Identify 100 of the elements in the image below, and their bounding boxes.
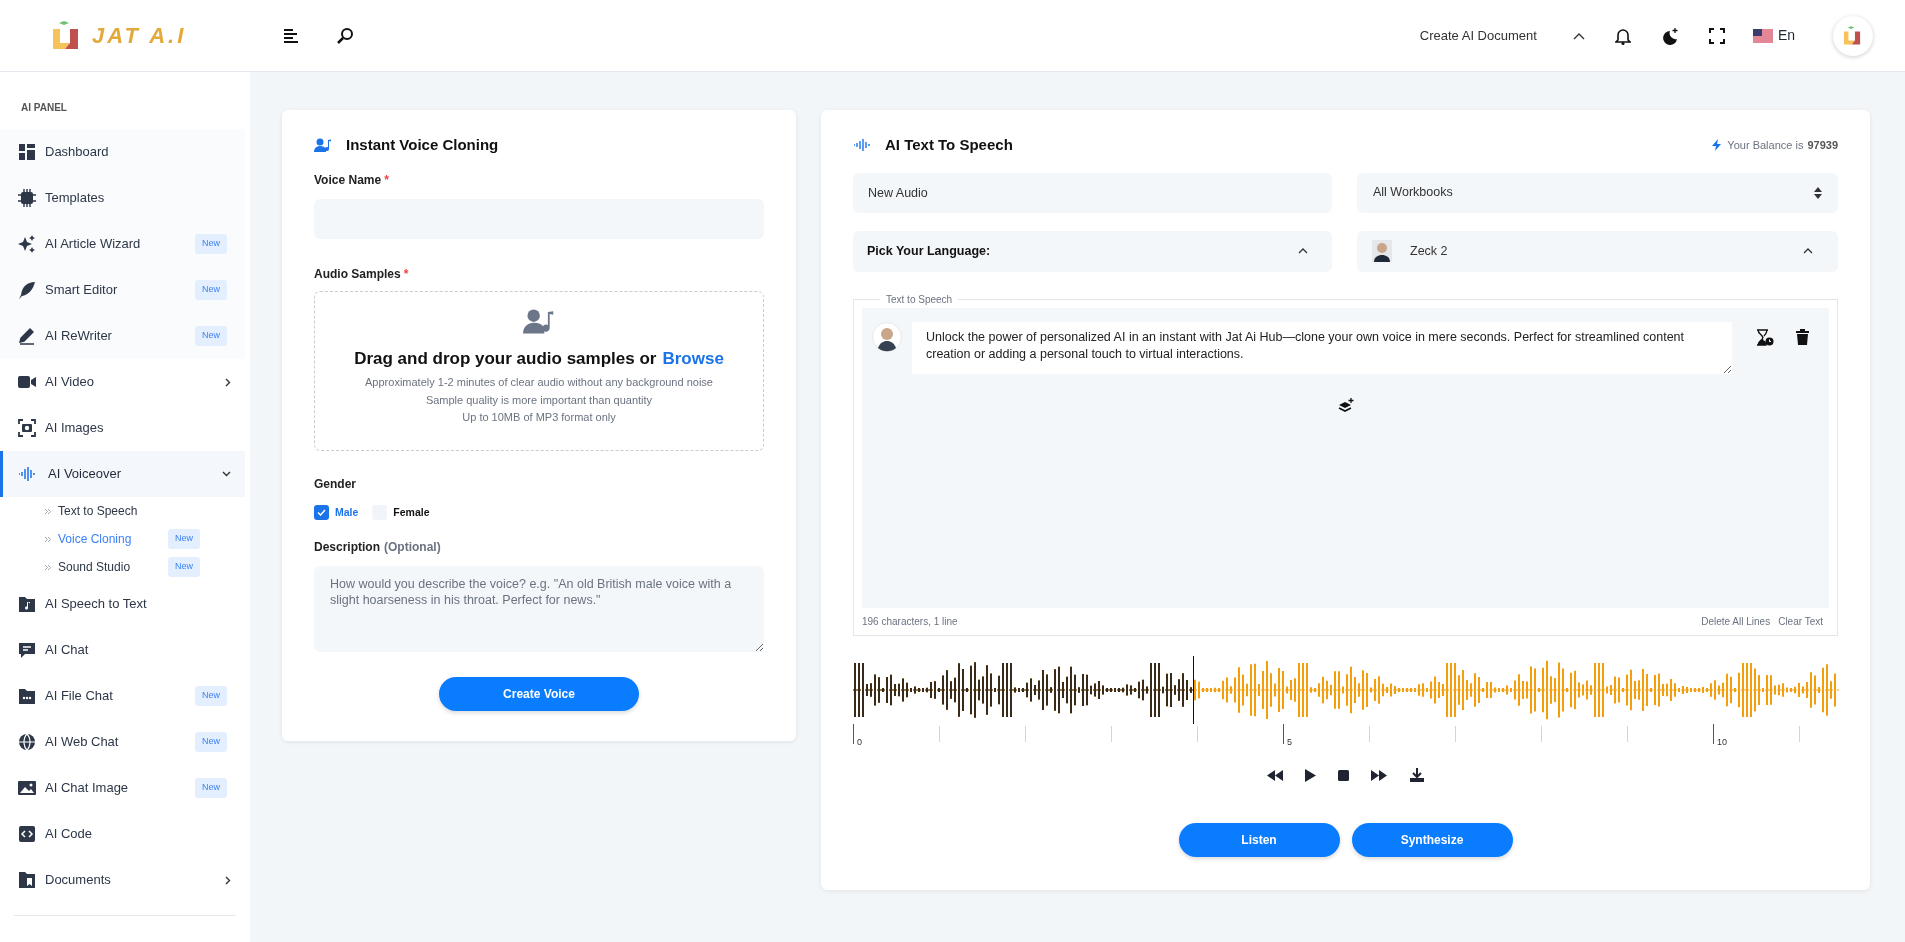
optional-hint: (Optional)	[384, 539, 441, 557]
sidebar-item[interactable]: Smart Editor New	[0, 267, 245, 313]
camera-icon	[18, 419, 36, 437]
sidebar-item[interactable]: AI File Chat New	[0, 673, 245, 719]
delete-all-lines-link[interactable]: Delete All Lines	[1701, 613, 1771, 629]
sidebar-item[interactable]: Documents	[0, 857, 245, 903]
play-icon[interactable]	[1304, 768, 1316, 782]
balance-label: Your Balance is	[1727, 138, 1804, 153]
menu-icon[interactable]	[282, 27, 300, 44]
language-selector[interactable]: En	[1752, 25, 1795, 46]
sidebar-item[interactable]: AI Video	[0, 359, 245, 405]
search-icon[interactable]	[336, 26, 354, 45]
card-title: AI Text To Speech	[885, 135, 1013, 155]
new-badge: New	[195, 686, 227, 706]
gender-option[interactable]: Male	[314, 504, 359, 521]
character-counter: 196 characters, 1 line	[862, 614, 958, 629]
check-icon	[317, 508, 326, 516]
caret-icon	[1803, 248, 1813, 254]
submenu-item[interactable]: Voice Cloning New	[0, 525, 200, 553]
sidebar-item[interactable]: AI Web Chat New	[0, 719, 245, 765]
sidebar-item[interactable]: AI Chat Image New	[0, 765, 245, 811]
create-voice-button[interactable]: Create Voice	[439, 677, 639, 712]
upload-hint: Sample quality is more important than quantity	[425, 392, 653, 408]
audio-drop-zone[interactable]: Drag and drop your audio samples or Browse Approximately 1-2 minutes of clear audio without any background noise Sample quality is more important than quantity Up to 10MB of MP3 format only	[314, 290, 764, 451]
language-dropdown[interactable]: Pick Your Language:	[853, 230, 1332, 272]
sort-arrows-icon	[1814, 186, 1822, 199]
dark-mode-icon[interactable]	[1660, 26, 1679, 45]
card-title: Instant Voice Cloning	[346, 135, 499, 155]
audio-name-input[interactable]: New Audio	[853, 172, 1332, 213]
sidebar-item[interactable]: AI Speech to Text	[0, 581, 245, 627]
sidebar-item[interactable]: AI Code	[0, 811, 245, 857]
sidebar-section-title: AI PANEL	[20, 101, 68, 115]
fullscreen-icon[interactable]	[1708, 27, 1725, 44]
download-icon[interactable]	[1408, 767, 1425, 783]
balance-value: 97939	[1807, 138, 1838, 153]
upload-hint: Up to 10MB of MP3 format only	[462, 410, 616, 425]
action-button[interactable]: Listen	[1178, 822, 1340, 857]
clear-text-link[interactable]: Clear Text	[1778, 613, 1823, 629]
globe-icon	[18, 733, 36, 751]
description-textarea[interactable]: How would you describe the voice? e.g. "An old British male voice with a slight hoarseness in his throat. Perfect for news."	[314, 566, 764, 653]
sidebar-item[interactable]: Dashboard	[0, 129, 245, 175]
caret-icon	[1298, 248, 1308, 254]
notification-bell-icon[interactable]	[1614, 26, 1631, 45]
hourglass-clock-icon[interactable]	[1756, 328, 1774, 346]
drop-instruction: Drag and drop your audio samples or	[354, 347, 657, 370]
double-chevron-icon	[44, 563, 51, 571]
fast-forward-icon[interactable]	[1370, 769, 1387, 781]
gender-option[interactable]: Female	[372, 504, 430, 521]
sidebar-item[interactable]: AI Article Wizard New	[0, 221, 245, 267]
required-mark: *	[384, 171, 389, 189]
caret-icon[interactable]	[1572, 31, 1585, 40]
folder-icon	[18, 687, 36, 705]
rewind-icon[interactable]	[1266, 769, 1283, 781]
bookmark-folder-icon	[18, 871, 36, 889]
field-label: Description	[314, 539, 380, 557]
avatar-icon	[1372, 240, 1392, 262]
new-badge: New	[195, 778, 227, 798]
new-badge: New	[195, 326, 227, 346]
dashboard-icon	[18, 143, 36, 161]
feather-icon	[18, 281, 36, 299]
flag-icon	[1752, 28, 1773, 43]
workbook-select[interactable]: All Workbooks	[1357, 172, 1838, 213]
text-line-input[interactable]: Unlock the power of personalized AI in an instant with Jat Ai Hub—clone your own voice in mere seconds. Perfect for streamlined content creation or adding a personal touch to virtual interactions.	[912, 321, 1732, 374]
chat-icon	[18, 641, 36, 659]
checkbox[interactable]	[314, 504, 329, 520]
create-document-button[interactable]: Create AI Document	[1419, 25, 1537, 46]
new-badge: New	[195, 732, 227, 752]
waveform-track[interactable]	[853, 655, 1840, 724]
sparkles-icon	[18, 235, 36, 253]
browse-link[interactable]: Browse	[662, 345, 724, 371]
sidebar-item[interactable]: AI Chat	[0, 627, 245, 673]
new-badge: New	[168, 529, 200, 549]
axis-label: 5	[1287, 735, 1292, 749]
chip-icon	[18, 189, 36, 207]
sidebar-item[interactable]: AI Voiceover	[0, 451, 245, 497]
submenu-item[interactable]: Sound Studio New	[0, 553, 200, 581]
video-camera-icon	[18, 373, 36, 391]
sound-wave-icon	[18, 465, 36, 483]
sound-wave-icon	[853, 139, 871, 152]
code-icon	[18, 825, 36, 843]
profile-avatar[interactable]	[1833, 15, 1873, 56]
image-icon	[18, 779, 36, 797]
add-layer-icon[interactable]	[1337, 397, 1354, 413]
sidebar-item[interactable]: AI Images	[0, 405, 245, 451]
voice-dropdown[interactable]: Zeck 2	[1357, 230, 1838, 272]
music-folder-icon	[18, 595, 36, 613]
field-label: Audio Samples	[314, 265, 401, 283]
submenu-item[interactable]: Text to Speech	[0, 497, 200, 525]
action-button[interactable]: Synthesize	[1351, 822, 1513, 857]
sidebar-item[interactable]: Templates	[0, 175, 245, 221]
field-label: Voice Name	[314, 171, 382, 189]
new-badge: New	[195, 234, 227, 254]
person-music-icon	[314, 138, 332, 153]
upload-hint: Approximately 1-2 minutes of clear audio without any background noise	[365, 375, 713, 390]
lightning-icon	[1712, 139, 1722, 152]
stop-icon[interactable]	[1337, 769, 1349, 781]
required-mark: *	[403, 265, 409, 283]
sidebar-item[interactable]: AI ReWriter New	[0, 313, 245, 359]
trash-icon[interactable]	[1796, 328, 1809, 346]
axis-label: 10	[1717, 735, 1727, 749]
